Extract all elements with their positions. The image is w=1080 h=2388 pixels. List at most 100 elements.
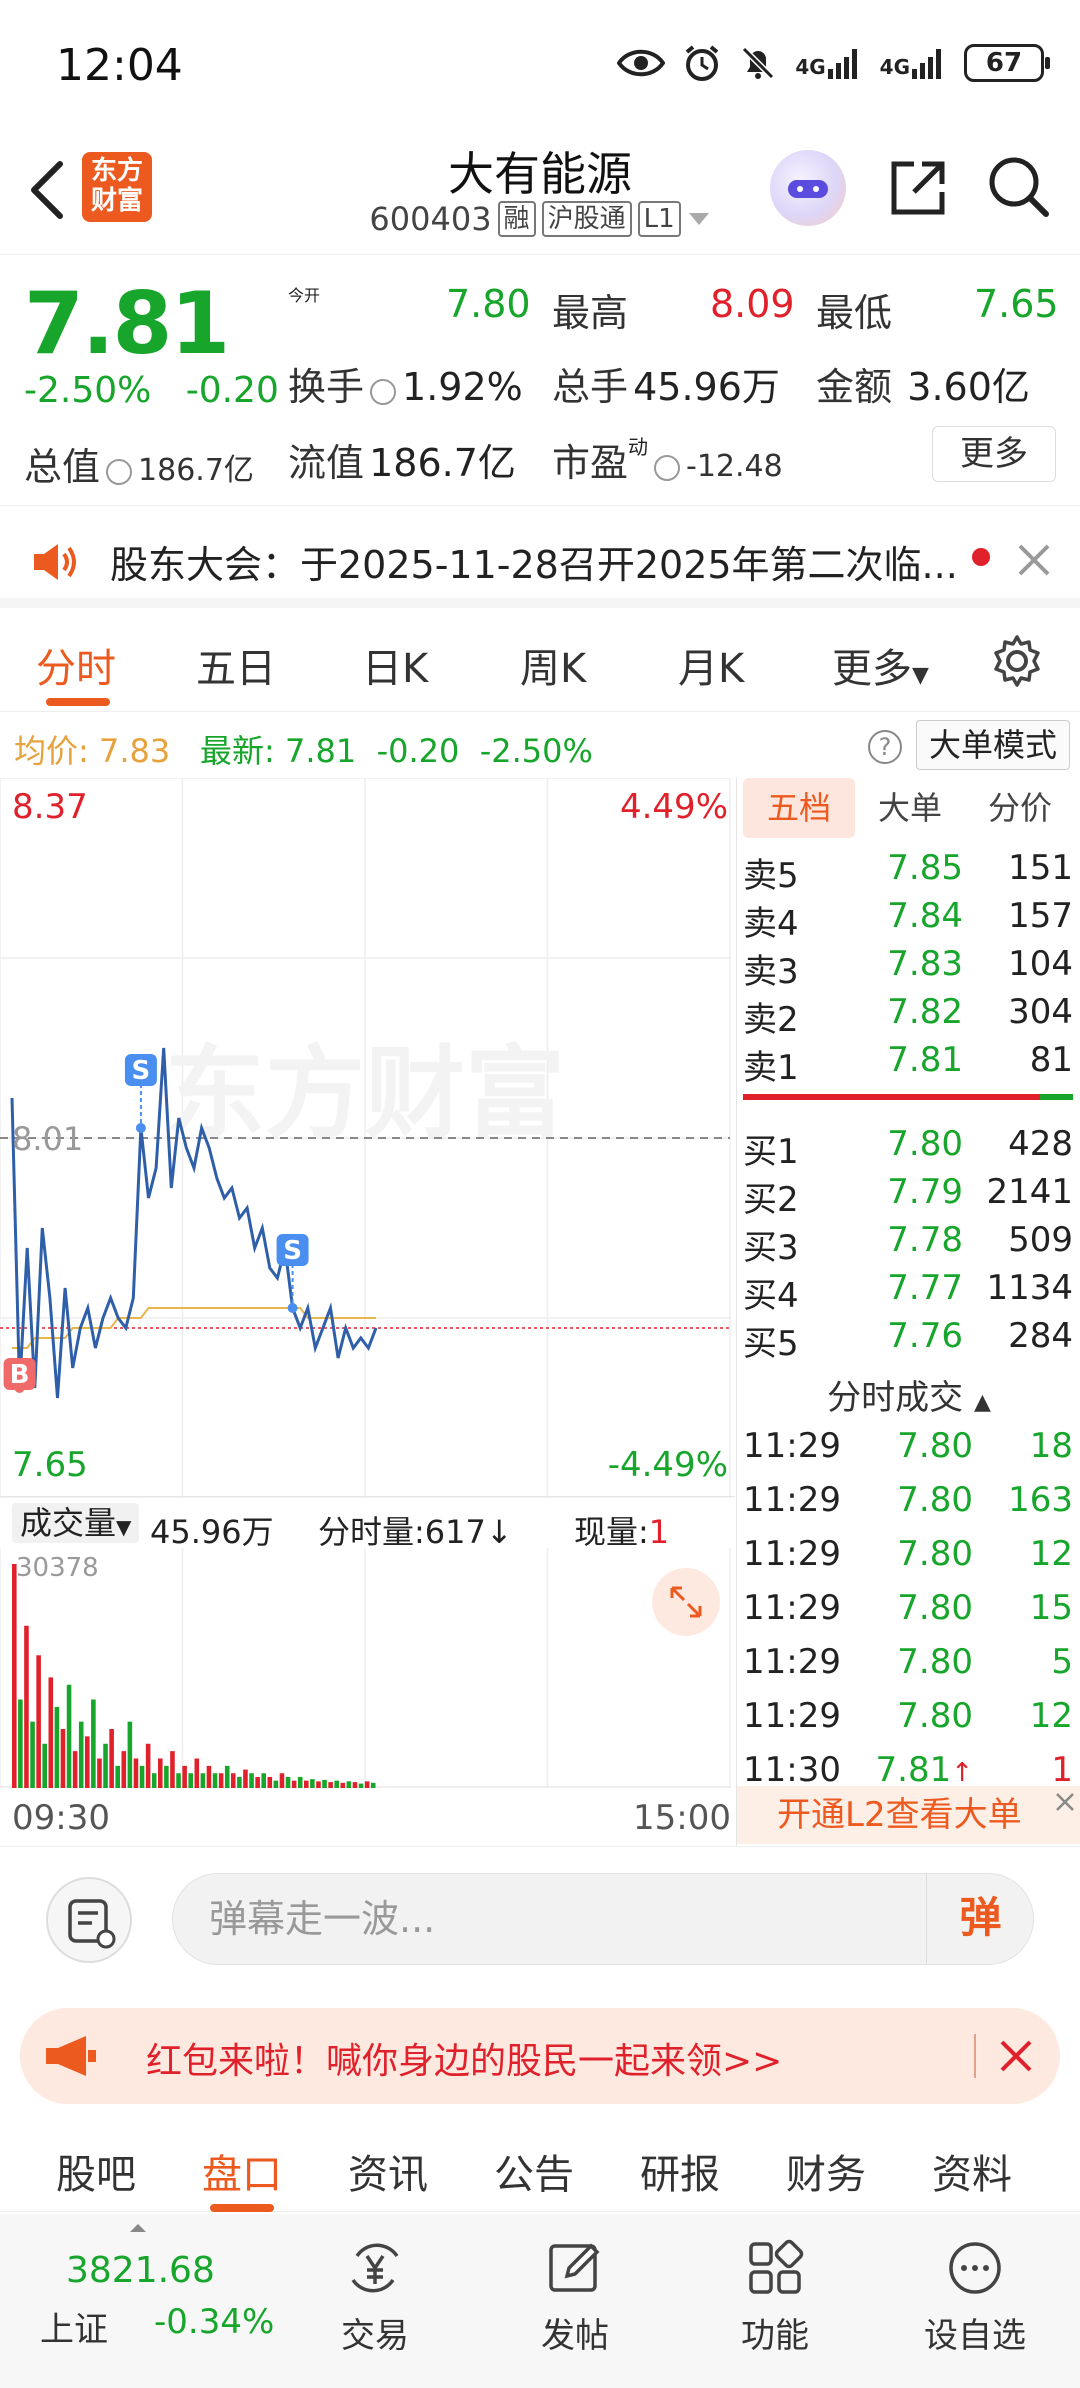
expand-button-bg[interactable] [652,1568,720,1636]
volume-bar [54,1706,60,1788]
mktcap-value: 186.7亿 [138,453,254,488]
l2-upgrade-banner[interactable]: 开通L2查看大单 [737,1786,1080,1844]
volume-bar [18,1699,23,1788]
volume-chart[interactable]: 30378 [0,1548,735,1788]
volume-bar [194,1758,200,1788]
search-icon[interactable] [986,154,1052,220]
volume-bar [231,1773,236,1788]
tab-intraday[interactable]: 分时 [36,636,116,694]
tab-announcements[interactable]: 公告 [494,2142,574,2200]
volume-bar [97,1758,102,1788]
tick-price-value: 7.80 [897,1534,973,1574]
volume-bar [273,1780,279,1788]
info-dots-icon[interactable] [654,454,681,481]
post-button[interactable]: 发帖 [510,2238,640,2357]
tab-five-day[interactable]: 五日 [196,636,276,694]
volume-max-label: 30378 [16,1553,99,1583]
tab-financials[interactable]: 财务 [786,2142,866,2200]
share-icon[interactable] [886,156,950,220]
volume-bar [304,1780,309,1788]
bid-price: 7.76 [887,1316,963,1356]
tab-five-levels[interactable]: 五档 [743,778,855,838]
close-icon[interactable] [1016,542,1052,578]
notice-text: 股东大会：于2025-11-28召开2025年第二次临... [110,543,958,587]
unread-dot [972,548,990,566]
order-tabs: 五档 大单 分价 [737,778,1080,842]
tab-big-orders[interactable]: 大单 [855,778,965,838]
volume-bar [24,1625,29,1788]
tab-order-book[interactable]: 盘口 [202,2142,282,2200]
trade-button[interactable]: 交易 [310,2238,440,2357]
sell-marker[interactable]: S [276,1234,309,1313]
pct-max-label: 4.49% [620,787,728,827]
bid-volume: 284 [1008,1316,1073,1356]
intraday-chart[interactable]: 东方财富 8.37 7.65 4.49% -4.49% 8.01 S S B [0,777,735,1499]
pe-superscript: 动 [628,434,649,459]
big-order-mode-button[interactable]: 大单模式 [916,720,1070,770]
volume-chart-svg[interactable]: 30378 [0,1548,735,1788]
index-value: 3821.68 [66,2250,215,2291]
more-button[interactable]: 更多 [932,426,1056,482]
notice-bar[interactable]: 股东大会：于2025-11-28召开2025年第二次临... [0,508,1080,608]
close-icon[interactable] [996,2036,1036,2076]
volume-bar [346,1781,352,1788]
volume-bar [139,1765,145,1788]
red-packet-banner[interactable]: 红包来啦！喊你身边的股民一起来领>> [20,2008,1060,2104]
latest-price-value: 7.81 [284,732,357,770]
tab-weekly-k[interactable]: 周K [520,636,586,694]
edit-icon [549,2243,600,2292]
tab-price-distribution[interactable]: 分价 [965,778,1075,838]
down-arrow-icon: ↓ [485,1513,513,1551]
tab-monthly-k[interactable]: 月K [678,636,744,694]
volume-bar [145,1743,151,1788]
ai-assistant-avatar[interactable] [770,150,846,226]
tab-research[interactable]: 研报 [640,2142,720,2200]
settings-gear-icon[interactable] [990,634,1044,688]
tick-price-value: 7.81 [875,1750,952,1790]
ask-volume: 104 [1008,944,1073,984]
bid-level: 买3 [743,1228,799,1268]
volume-bar [103,1743,108,1788]
section-tabs: 股吧 盘口 资讯 公告 研报 财务 资料 [0,2116,1080,2212]
order-book-panel: 五档 大单 分价 卖5 7.85 151 卖4 7.84 157 卖3 7.83 104 卖2 7.… [736,778,1080,1846]
volume-bar [255,1776,260,1788]
volume-bar [42,1743,47,1788]
tab-more[interactable]: 更多▼ [832,636,929,694]
add-watchlist-button[interactable]: 设自选 [910,2238,1040,2357]
buy-marker[interactable]: B [3,1358,36,1393]
info-dots-icon[interactable] [370,378,397,405]
turnover-label: 换手 [288,365,365,409]
function-button[interactable]: 功能 [710,2238,840,2357]
ask-price: 7.84 [887,896,963,936]
speaker-icon [34,544,76,580]
stock-code: 600403 [369,200,492,238]
tab-news[interactable]: 资讯 [348,2142,428,2200]
tab-daily-k[interactable]: 日K [362,636,428,694]
index-ticker[interactable]: 3821.68 上证 -0.34% [0,2214,290,2388]
volume-bar [158,1758,163,1788]
tick-price-value: 7.80 [897,1642,973,1682]
bid-volume: 2141 [986,1172,1073,1212]
tab-forum[interactable]: 股吧 [56,2142,136,2200]
info-dots-icon[interactable] [106,458,133,485]
avg-price-label: 均价: [14,732,89,770]
tick-row: 11:29 7.80 5 [743,1642,1073,1696]
more-dots-icon [949,2242,1001,2294]
bid-ask-ratio-bar [743,1094,1073,1100]
tick-row: 11:29 7.80 12 [743,1696,1073,1750]
tab-profile[interactable]: 资料 [932,2142,1012,2200]
danmu-input[interactable]: 弹幕走一波... [172,1873,1034,1965]
help-icon[interactable]: ? [868,730,902,764]
message-list-button[interactable] [46,1877,132,1963]
amount-label: 金额 [816,365,893,409]
sell-marker[interactable]: S [124,1054,157,1133]
price-chart-svg[interactable]: 东方财富 8.37 7.65 4.49% -4.49% 8.01 S S B [0,777,735,1499]
danmu-send-button[interactable]: 弹 [926,1873,1034,1965]
avg-price-value: 7.83 [98,732,171,770]
y-min-label: 7.65 [12,1445,88,1485]
alarm-icon [686,45,719,81]
pct-min-label: -4.49% [608,1445,728,1485]
volume-selector[interactable]: 成交量▼ [12,1503,140,1543]
volume-selector-label: 成交量 [20,1504,117,1542]
close-icon[interactable] [1053,1790,1077,1814]
